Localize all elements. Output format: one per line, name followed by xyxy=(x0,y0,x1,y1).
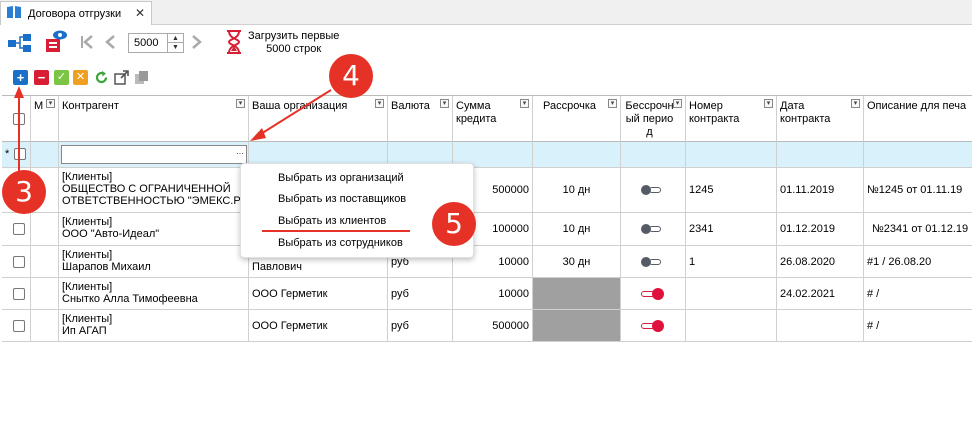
annotation-marker-3: 3 xyxy=(2,170,46,214)
annotation-marker-4: 4 xyxy=(329,54,373,98)
annotation-arrow-3 xyxy=(14,86,24,173)
annotation-overlay xyxy=(14,86,410,232)
annotation-marker-5: 5 xyxy=(432,202,476,246)
annotation-arrow-4 xyxy=(250,89,332,141)
